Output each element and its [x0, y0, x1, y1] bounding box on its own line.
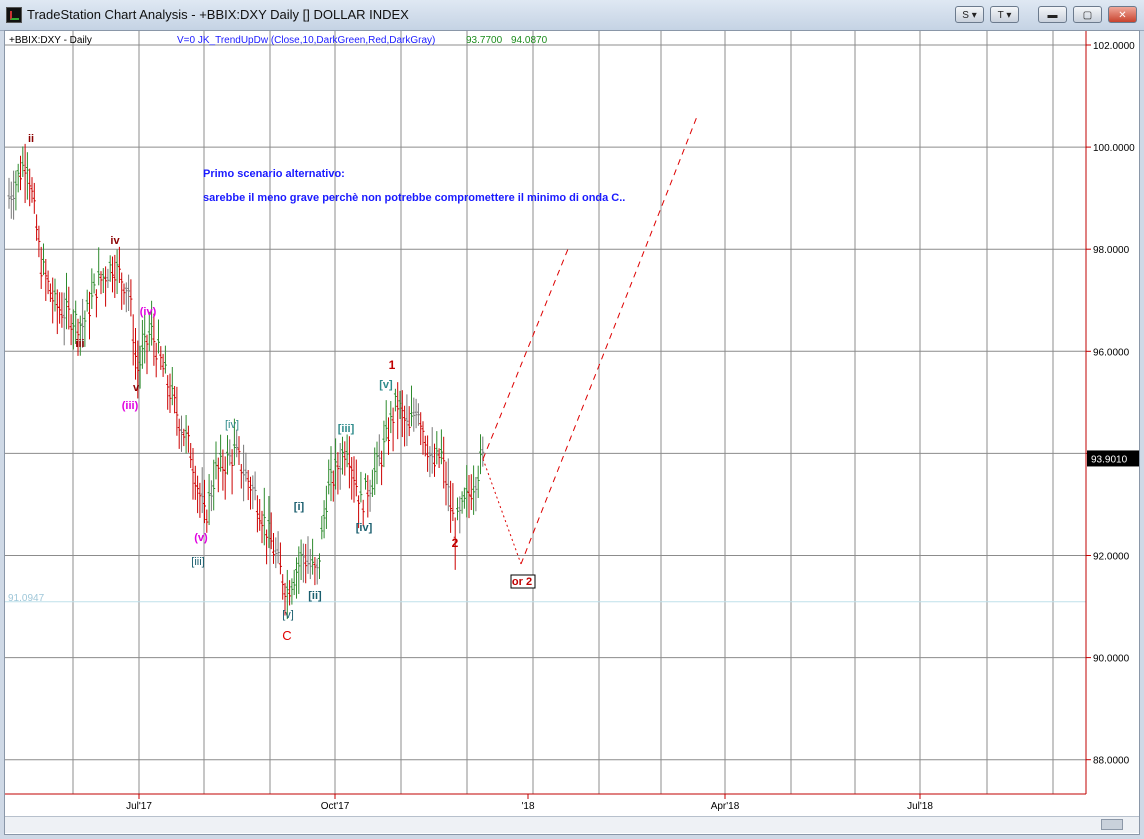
time-scrollbar[interactable] — [5, 816, 1139, 833]
wave-label: 1 — [389, 358, 396, 372]
wave-label: [iv] — [356, 522, 373, 534]
wave-label: iii — [75, 338, 84, 350]
app-icon — [6, 7, 22, 23]
wave-label: [iii] — [191, 556, 204, 568]
wave-label: [v] — [379, 379, 393, 391]
tools-label: T — [997, 10, 1004, 21]
minimize-button[interactable]: ▬ — [1038, 6, 1067, 23]
low-line-label: 91.0947 — [8, 593, 45, 604]
wave-label: v — [133, 382, 140, 394]
indicator-value-1: 93.7700 — [466, 35, 503, 46]
wave-label: (v) — [194, 532, 208, 544]
symbol-link-button[interactable]: S ▾ — [955, 6, 984, 23]
price-chart[interactable]: iiiviiiv(iv)(iii)(v)[iv] [iii][v][i][ii][… — [5, 31, 1139, 834]
wave-label: [iii] — [338, 423, 355, 435]
projection-line-dotted — [482, 458, 522, 565]
wave-label: [iv] — [225, 419, 239, 431]
scrollbar-thumb[interactable] — [1101, 819, 1123, 830]
tools-button[interactable]: T ▾ — [990, 6, 1019, 23]
projection-line-b — [520, 113, 699, 565]
y-tick-label: 96.0000 — [1093, 347, 1130, 358]
wave-label: (iv) — [140, 306, 157, 318]
wave-label: iv — [110, 235, 120, 247]
annotation-line-1: Primo scenario alternativo: — [203, 168, 345, 180]
x-tick-label: Jul'17 — [126, 801, 152, 812]
projection-line-a — [482, 248, 569, 460]
wave-label: 2 — [452, 536, 459, 550]
indicator-value-2: 94.0870 — [511, 35, 548, 46]
symbol-label: +BBIX:DXY - Daily — [9, 35, 92, 46]
annotation-line-2: sarebbe il meno grave perchè non potrebb… — [203, 192, 625, 204]
y-tick-label: 100.0000 — [1093, 143, 1135, 154]
wave-label: C — [282, 628, 291, 643]
x-tick-label: Jul'18 — [907, 801, 933, 812]
x-tick-label: Oct'17 — [321, 801, 350, 812]
current-price-label: 93.9010 — [1091, 454, 1128, 465]
wave-label: or 2 — [512, 576, 532, 588]
y-tick-label: 92.0000 — [1093, 552, 1130, 563]
window-title: TradeStation Chart Analysis - +BBIX:DXY … — [27, 7, 409, 22]
y-tick-label: 102.0000 — [1093, 41, 1135, 52]
chart-window[interactable]: ii iv iii v (iv) (iii) (v) [iv] [iii] [v] [i] [ii][… — [4, 30, 1140, 835]
y-tick-label: 90.0000 — [1093, 654, 1130, 665]
title-bar: TradeStation Chart Analysis - +BBIX:DXY … — [0, 0, 1144, 31]
wave-label: [i] — [294, 501, 305, 513]
y-tick-label: 88.0000 — [1093, 756, 1130, 767]
wave-label: (iii) — [122, 400, 139, 412]
wave-label: [v] — [282, 609, 294, 621]
close-button[interactable]: ✕ — [1108, 6, 1137, 23]
projection-lines — [482, 113, 699, 565]
price-bars — [7, 143, 485, 620]
y-tick-label: 98.0000 — [1093, 245, 1130, 256]
wave-label: ii — [28, 133, 34, 145]
indicator-label: V=0 JK_TrendUpDw (Close,10,DarkGreen,Red… — [177, 35, 435, 46]
x-tick-label: Apr'18 — [711, 801, 740, 812]
x-tick-label: '18 — [521, 801, 534, 812]
maximize-button[interactable]: ▢ — [1073, 6, 1102, 23]
wave-label: [ii] — [308, 590, 322, 602]
symbol-link-label: S — [962, 10, 969, 21]
grid — [5, 31, 1086, 794]
price-axis: 102.0000100.000098.000096.000094.000092.… — [5, 31, 1139, 812]
